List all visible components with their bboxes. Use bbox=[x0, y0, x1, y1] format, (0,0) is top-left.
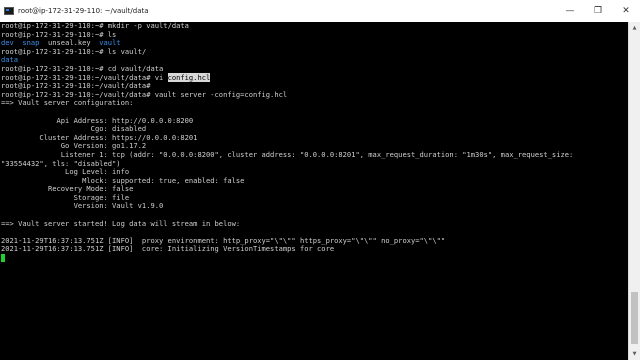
scroll-down-arrow-icon[interactable]: ▼ bbox=[629, 348, 640, 360]
command: vi bbox=[154, 72, 168, 82]
scroll-up-arrow-icon[interactable]: ▲ bbox=[629, 22, 640, 34]
command: mkdir -p vault/data bbox=[107, 22, 189, 30]
output-line: ==> Vault server started! Log data will … bbox=[1, 218, 241, 228]
scrollbar-thumb[interactable] bbox=[631, 292, 638, 344]
terminal-output[interactable]: root@ip-172-31-29-110:~# mkdir -p vault/… bbox=[0, 22, 628, 360]
output-line: ==> Vault server configuration: bbox=[1, 98, 134, 108]
maximize-button[interactable]: ❐ bbox=[584, 0, 612, 22]
title-bar[interactable]: root@ip-172-31-29-110: ~/vault/data — ❐ … bbox=[0, 0, 640, 22]
cursor-line bbox=[0, 254, 628, 263]
selected-filename[interactable]: config.hcl bbox=[167, 72, 211, 82]
terminal-cursor bbox=[1, 254, 5, 263]
output-line: Version: Vault v1.9.0 bbox=[1, 201, 164, 211]
terminal-window: root@ip-172-31-29-110: ~/vault/data — ❐ … bbox=[0, 0, 640, 360]
terminal-app-icon bbox=[4, 7, 14, 15]
command: ls vault/ bbox=[107, 46, 147, 56]
window-title: root@ip-172-31-29-110: ~/vault/data bbox=[18, 7, 149, 15]
close-button[interactable]: ✕ bbox=[612, 0, 640, 22]
terminal-line: root@ip-172-31-29-110:~# ls vault/ bbox=[0, 46, 628, 57]
minimize-button[interactable]: — bbox=[556, 0, 584, 22]
command: vault server -config=config.hcl bbox=[154, 89, 288, 99]
vertical-scrollbar[interactable]: ▲ ▼ bbox=[628, 22, 640, 360]
log-line: 2021-11-29T16:37:13.751Z [INFO] core: In… bbox=[1, 244, 335, 254]
window-controls: — ❐ ✕ bbox=[556, 0, 640, 22]
